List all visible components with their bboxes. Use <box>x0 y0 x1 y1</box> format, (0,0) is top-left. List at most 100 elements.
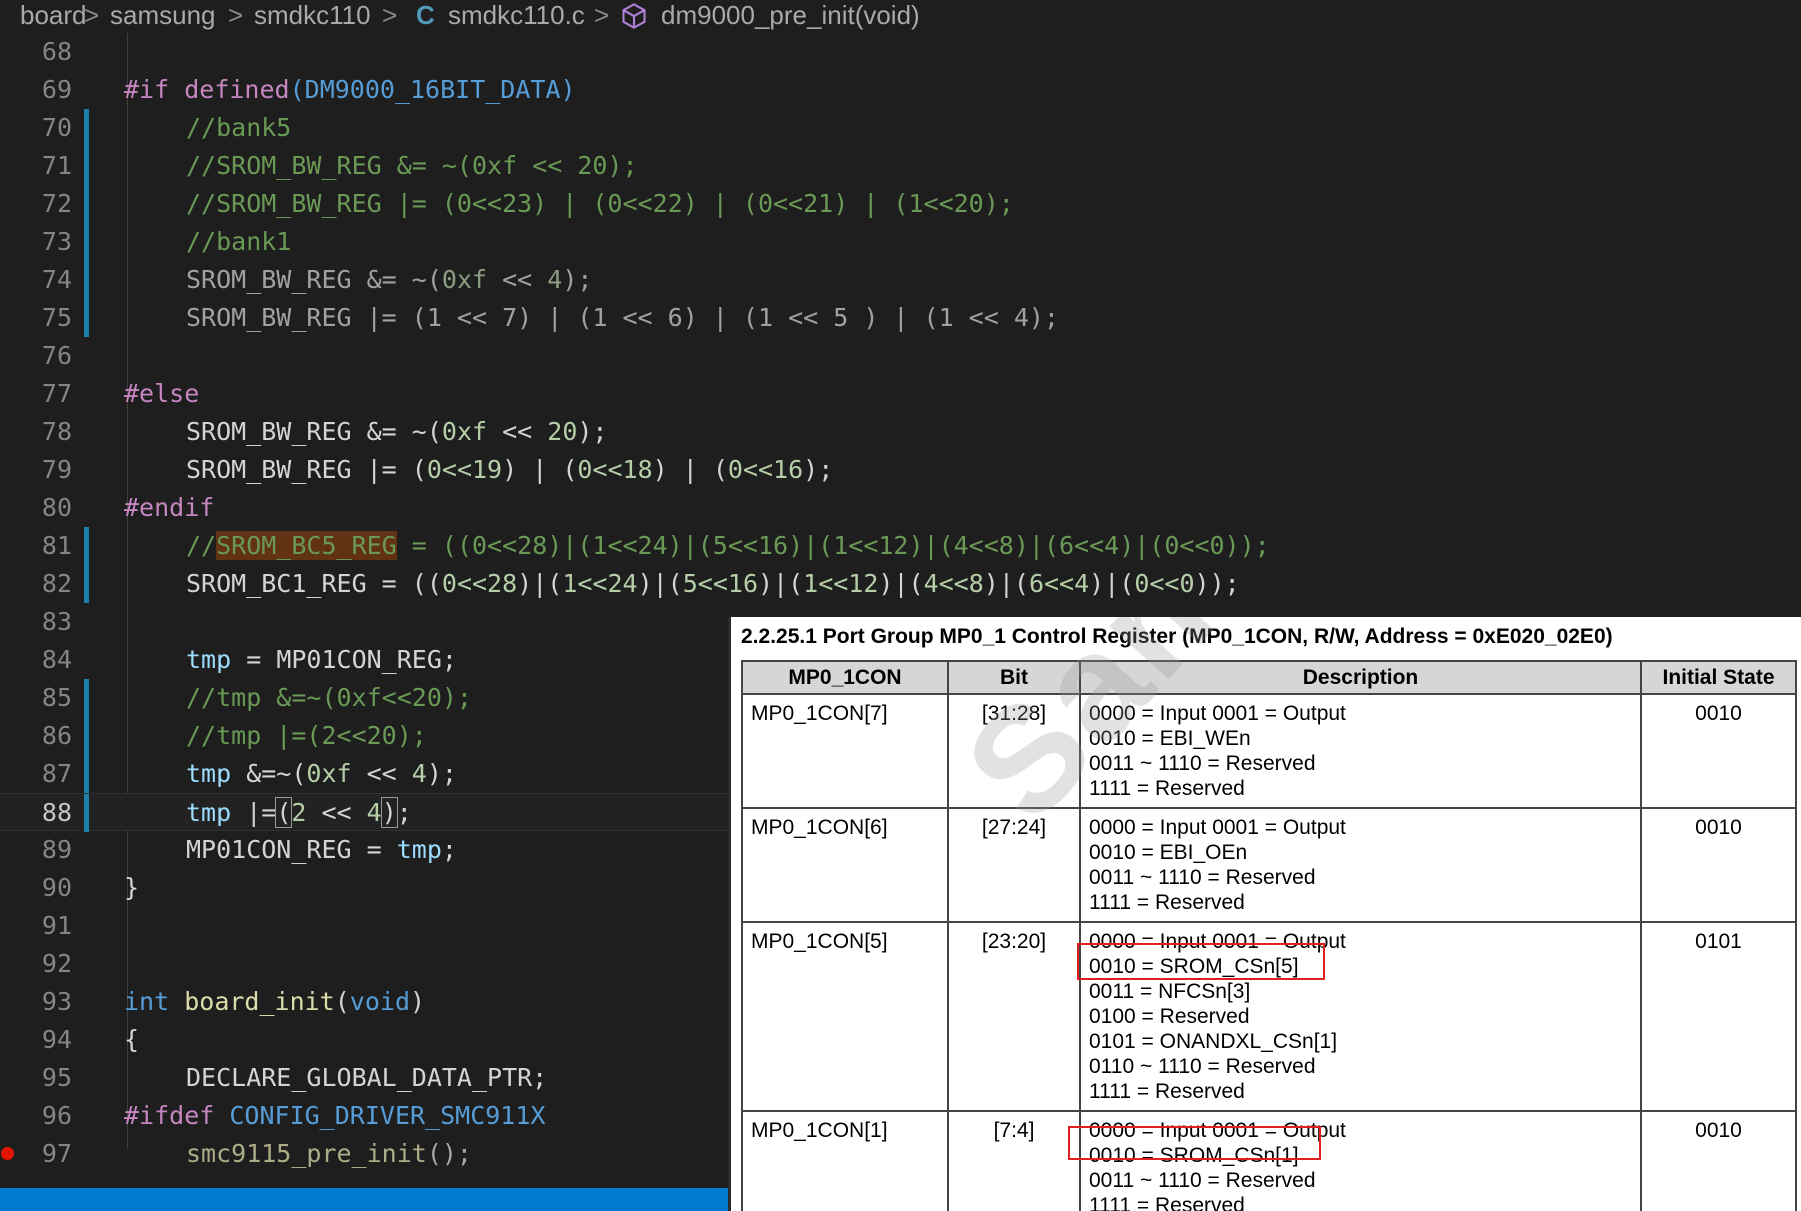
line-number: 70 <box>41 113 72 142</box>
code-line[interactable]: 81 //SROM_BC5_REG = ((0<<28)|(1<<24)|(5<… <box>0 527 1801 565</box>
code-line[interactable]: 68 <box>0 33 1801 71</box>
code-text: DECLARE_GLOBAL_DATA_PTR; <box>186 1063 548 1092</box>
line-number: 77 <box>41 379 72 408</box>
description-line: 0000 = Input 0001 = Output <box>1089 816 1346 839</box>
modified-gutter-marker <box>84 223 89 261</box>
breadcrumb-board[interactable]: board <box>20 0 87 30</box>
breadcrumb-separator: > <box>84 0 100 30</box>
line-number: 76 <box>41 341 72 370</box>
code-text: #if defined(DM9000_16BIT_DATA) <box>124 75 576 104</box>
modified-gutter-marker <box>84 109 89 147</box>
description-line: 0011 ~ 1110 = Reserved <box>1089 752 1316 775</box>
column-header: Initial State <box>1640 660 1797 695</box>
code-line[interactable]: 77 #else <box>0 375 1801 413</box>
description-line: 0100 = Reserved <box>1089 1005 1250 1028</box>
description-line: 1111 = Reserved <box>1089 1194 1245 1211</box>
line-number: 89 <box>41 835 72 864</box>
line-number: 97 <box>41 1139 72 1168</box>
modified-gutter-marker <box>84 185 89 223</box>
line-number: 71 <box>41 151 72 180</box>
code-text: SROM_BC1_REG = ((0<<28)|(1<<24)|(5<<16)|… <box>186 569 1240 598</box>
line-number: 87 <box>41 759 72 788</box>
code-text: SROM_BW_REG |= (0<<19) | (0<<18) | (0<<1… <box>186 455 834 484</box>
code-text: #else <box>124 379 200 408</box>
line-number: 80 <box>41 493 72 522</box>
line-number: 79 <box>41 455 72 484</box>
line-number: 82 <box>41 569 72 598</box>
code-text: tmp = MP01CON_REG; <box>186 645 457 674</box>
code-text: tmp &=~(0xf << 4); <box>186 759 457 788</box>
modified-gutter-marker <box>84 565 89 603</box>
description-cell: 0000 = Input 0001 = Output 0010 = EBI_WE… <box>1079 693 1642 809</box>
code-text: { <box>124 1025 140 1054</box>
code-line[interactable]: 82 SROM_BC1_REG = ((0<<28)|(1<<24)|(5<<1… <box>0 565 1801 603</box>
description-line: 0101 = ONANDXL_CSn[1] <box>1089 1030 1338 1053</box>
code-text: SROM_BW_REG &= ~(0xf << 20); <box>186 417 608 446</box>
table-row: MP0_1CON[6] [27:24] 0000 = Input 0001 = … <box>741 807 1797 923</box>
breadcrumb-file[interactable]: smdkc110.c <box>448 0 585 30</box>
code-text: //SROM_BC5_REG = ((0<<28)|(1<<24)|(5<<16… <box>186 531 1270 560</box>
code-text: #ifdef CONFIG_DRIVER_SMC911X <box>124 1101 546 1130</box>
modified-gutter-marker <box>84 147 89 185</box>
modified-gutter-marker <box>84 261 89 299</box>
code-line[interactable]: 71 //SROM_BW_REG &= ~(0xf << 20); <box>0 147 1801 185</box>
bit-range: [7:4] <box>947 1110 1081 1211</box>
code-text: SROM_BW_REG |= (1 << 7) | (1 << 6) | (1 … <box>186 303 1059 332</box>
line-number: 78 <box>41 417 72 446</box>
line-number: 72 <box>41 189 72 218</box>
line-number: 88 <box>41 798 72 827</box>
description-line: 1111 = Reserved <box>1089 777 1245 800</box>
code-line[interactable]: 76 <box>0 337 1801 375</box>
description-line: 1111 = Reserved <box>1089 891 1245 914</box>
code-text: smc9115_pre_init(); <box>186 1139 472 1168</box>
line-number: 92 <box>41 949 72 978</box>
code-line[interactable]: 69 #if defined(DM9000_16BIT_DATA) <box>0 71 1801 109</box>
code-line[interactable]: 79 SROM_BW_REG |= (0<<19) | (0<<18) | (0… <box>0 451 1801 489</box>
code-line[interactable]: 70 //bank5 <box>0 109 1801 147</box>
code-line[interactable]: 73 //bank1 <box>0 223 1801 261</box>
breadcrumb-separator: > <box>228 0 244 30</box>
line-number: 73 <box>41 227 72 256</box>
register-field-name: MP0_1CON[6] <box>741 807 949 923</box>
line-number: 85 <box>41 683 72 712</box>
code-text: int board_init(void) <box>124 987 426 1016</box>
line-number: 96 <box>41 1101 72 1130</box>
column-header: Bit <box>947 660 1081 695</box>
initial-state: 0010 <box>1640 807 1797 923</box>
datasheet-screenshot: 2.2.25.1 Port Group MP0_1 Control Regist… <box>728 617 1801 1211</box>
modified-gutter-marker <box>84 794 89 832</box>
code-text: //SROM_BW_REG |= (0<<23) | (0<<22) | (0<… <box>186 189 1014 218</box>
breadcrumb-separator: > <box>594 0 610 30</box>
description-line: 0011 ~ 1110 = Reserved <box>1089 1169 1316 1192</box>
line-number: 94 <box>41 1025 72 1054</box>
line-number: 90 <box>41 873 72 902</box>
breadcrumb: board > samsung > smdkc110 > C smdkc110.… <box>0 0 1801 33</box>
code-line[interactable]: 74 SROM_BW_REG &= ~(0xf << 4); <box>0 261 1801 299</box>
modified-gutter-marker <box>84 679 89 717</box>
line-number: 81 <box>41 531 72 560</box>
register-field-name: MP0_1CON[1] <box>741 1110 949 1211</box>
line-number: 91 <box>41 911 72 940</box>
code-line[interactable]: 78 SROM_BW_REG &= ~(0xf << 20); <box>0 413 1801 451</box>
table-row: MP0_1CON[7] [31:28] 0000 = Input 0001 = … <box>741 693 1797 809</box>
annotation-box-srom-csn1 <box>1068 1126 1321 1160</box>
code-line[interactable]: 72 //SROM_BW_REG |= (0<<23) | (0<<22) | … <box>0 185 1801 223</box>
initial-state: 0010 <box>1640 693 1797 809</box>
breadcrumb-samsung[interactable]: samsung <box>110 0 216 30</box>
line-number: 74 <box>41 265 72 294</box>
line-number: 69 <box>41 75 72 104</box>
breadcrumb-smdkc110[interactable]: smdkc110 <box>254 0 371 30</box>
column-header: MP0_1CON <box>741 660 949 695</box>
description-line: 0010 = EBI_WEn <box>1089 727 1251 750</box>
code-text: //tmp |=(2<<20); <box>186 721 427 750</box>
description-line: 0010 = EBI_OEn <box>1089 841 1248 864</box>
breadcrumb-symbol[interactable]: dm9000_pre_init(void) <box>661 0 920 30</box>
breadcrumb-separator: > <box>382 0 398 30</box>
c-file-icon: C <box>416 0 435 30</box>
code-line[interactable]: 75 SROM_BW_REG |= (1 << 7) | (1 << 6) | … <box>0 299 1801 337</box>
code-text: //bank5 <box>186 113 292 142</box>
code-line[interactable]: 80 #endif <box>0 489 1801 527</box>
status-bar <box>0 1188 730 1211</box>
code-text: tmp |=(2 << 4); <box>186 797 412 828</box>
line-number: 86 <box>41 721 72 750</box>
